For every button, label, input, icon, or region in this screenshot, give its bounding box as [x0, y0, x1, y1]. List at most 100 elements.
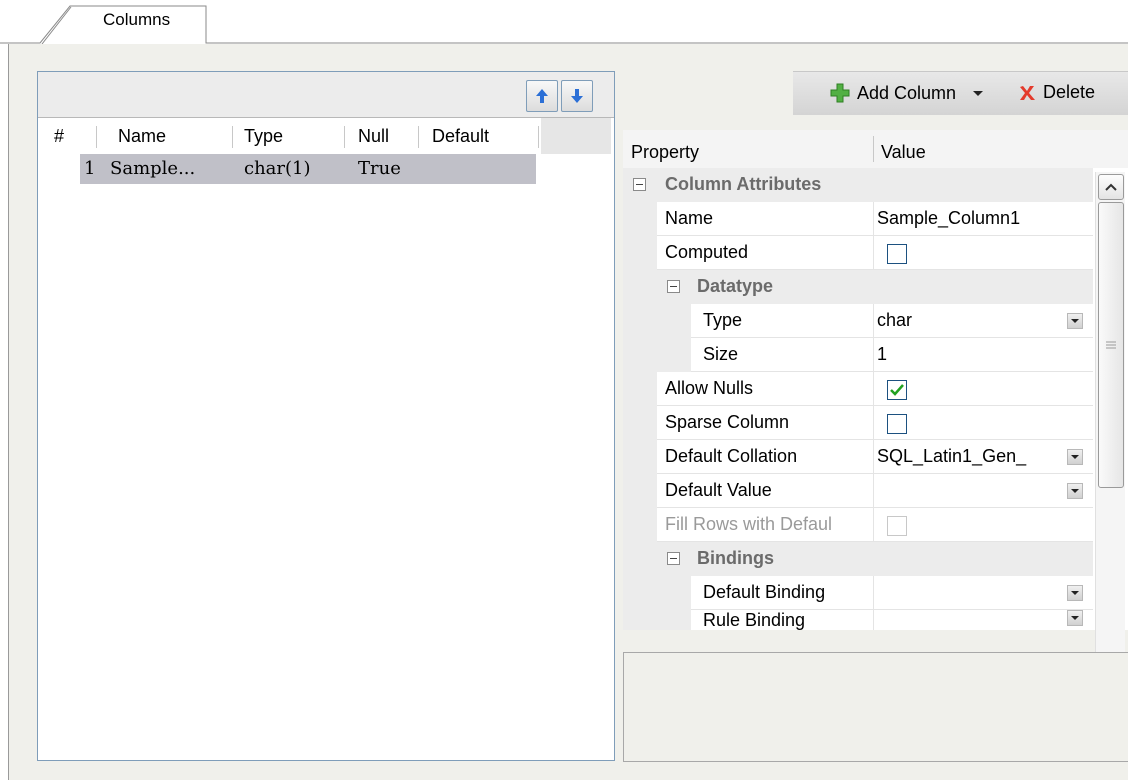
columns-grid-panel: # Name Type Null Default 1 Sample... cha… — [37, 71, 615, 761]
tab-columns[interactable]: Columns — [103, 10, 170, 30]
row-separator — [873, 338, 874, 372]
row-separator — [873, 202, 874, 236]
fill-rows-checkbox — [887, 516, 907, 536]
grip-icon — [1106, 341, 1116, 349]
scroll-up-button[interactable] — [1098, 174, 1124, 200]
header-separator — [232, 126, 233, 148]
property-row-size[interactable]: Size 1 — [623, 338, 1093, 372]
row-separator — [873, 576, 874, 610]
property-name-value[interactable]: Sample_Column1 — [877, 208, 1063, 229]
category-label: Bindings — [697, 548, 774, 568]
property-row-default-binding[interactable]: Default Binding — [623, 576, 1093, 610]
property-row-allow-nulls[interactable]: Allow Nulls — [623, 372, 1093, 406]
header-filler — [541, 118, 611, 154]
computed-checkbox[interactable] — [887, 244, 907, 264]
chevron-down-icon — [973, 91, 984, 96]
fill-rows-label: Fill Rows with Defaul — [665, 514, 833, 534]
chevron-up-icon — [1105, 183, 1117, 191]
row-separator — [873, 406, 874, 440]
header-name[interactable]: Name — [118, 126, 166, 147]
arrow-down-icon — [571, 89, 583, 103]
type-value[interactable]: char — [877, 310, 1063, 331]
header-separator — [873, 136, 874, 162]
add-column-button[interactable]: Add Column — [829, 82, 986, 104]
property-description-panel — [623, 652, 1128, 762]
collapse-icon[interactable] — [667, 552, 680, 565]
property-grid-header: Property Value — [623, 130, 1128, 168]
property-row-collation[interactable]: Default Collation SQL_Latin1_Gen_ — [623, 440, 1093, 474]
green-plus-icon — [830, 83, 850, 103]
row-gutter — [623, 474, 657, 508]
move-up-button[interactable] — [526, 80, 558, 112]
row-separator — [873, 304, 874, 338]
header-property: Property — [631, 142, 700, 162]
property-row-computed[interactable]: Computed — [623, 236, 1093, 270]
scroll-thumb[interactable] — [1098, 202, 1124, 488]
sparse-label: Sparse Column — [665, 412, 790, 432]
row-gutter — [623, 542, 657, 576]
content-area: # Name Type Null Default 1 Sample... cha… — [8, 44, 1128, 780]
row-gutter — [623, 304, 691, 338]
allow-nulls-checkbox[interactable] — [887, 380, 907, 400]
header-default[interactable]: Default — [432, 126, 489, 147]
arrow-up-icon — [536, 89, 548, 103]
allow-nulls-label: Allow Nulls — [665, 378, 754, 398]
header-separator — [96, 126, 97, 148]
row-gutter — [623, 508, 657, 542]
property-row-default-value[interactable]: Default Value — [623, 474, 1093, 508]
row-gutter — [623, 406, 657, 440]
column-toolbar: Add Column Delete — [793, 71, 1128, 115]
delete-label: Delete — [1043, 82, 1096, 102]
size-label: Size — [703, 344, 739, 364]
delete-button[interactable]: Delete — [1017, 82, 1095, 103]
default-binding-dropdown-button[interactable] — [1067, 585, 1083, 601]
header-separator — [418, 126, 419, 148]
property-row-name[interactable]: Name Sample_Column1 — [623, 202, 1093, 236]
property-row-rule-binding[interactable]: Rule Binding — [623, 610, 1093, 630]
category-column-attributes[interactable]: Column Attributes — [623, 168, 1093, 202]
row-separator — [873, 236, 874, 270]
property-row-type[interactable]: Type char — [623, 304, 1093, 338]
table-row[interactable]: 1 Sample... char(1) True — [80, 154, 536, 184]
collation-label: Default Collation — [665, 446, 798, 466]
category-label: Column Attributes — [665, 174, 822, 194]
header-value: Value — [881, 142, 926, 162]
computed-label: Computed — [665, 242, 749, 262]
row-gutter — [623, 372, 657, 406]
collation-dropdown-button[interactable] — [1067, 449, 1083, 465]
collapse-icon[interactable] — [633, 178, 646, 191]
red-x-icon — [1020, 85, 1035, 100]
type-dropdown-button[interactable] — [1067, 313, 1083, 329]
row-gutter — [623, 440, 657, 474]
property-row-sparse[interactable]: Sparse Column — [623, 406, 1093, 440]
rule-binding-label: Rule Binding — [703, 610, 806, 630]
property-scrollbar[interactable] — [1095, 172, 1125, 684]
row-gutter — [623, 338, 691, 372]
row-gutter — [623, 576, 691, 610]
collapse-icon[interactable] — [667, 280, 680, 293]
header-type[interactable]: Type — [244, 126, 283, 147]
row-separator — [873, 372, 874, 406]
rule-binding-dropdown-button[interactable] — [1067, 610, 1083, 626]
default-value-dropdown-button[interactable] — [1067, 483, 1083, 499]
category-datatype[interactable]: Datatype — [623, 270, 1093, 304]
row-gutter — [623, 270, 657, 304]
row-separator — [873, 474, 874, 508]
header-null[interactable]: Null — [358, 126, 389, 147]
row-separator — [873, 440, 874, 474]
size-value[interactable]: 1 — [877, 344, 1063, 365]
header-separator — [344, 126, 345, 148]
row-separator — [873, 508, 874, 542]
sparse-checkbox[interactable] — [887, 414, 907, 434]
category-bindings[interactable]: Bindings — [623, 542, 1093, 576]
collation-value[interactable]: SQL_Latin1_Gen_ — [877, 446, 1063, 467]
property-row-fill-rows: Fill Rows with Defaul — [623, 508, 1093, 542]
columns-grid-header: # Name Type Null Default — [38, 118, 614, 154]
property-grid: Property Value Column Attributes Name Sa… — [623, 130, 1128, 630]
header-separator — [538, 126, 539, 148]
header-index[interactable]: # — [54, 126, 64, 147]
row-type: char(1) — [244, 158, 311, 179]
row-gutter — [623, 610, 691, 630]
move-down-button[interactable] — [561, 80, 593, 112]
row-index: 1 — [84, 158, 96, 179]
